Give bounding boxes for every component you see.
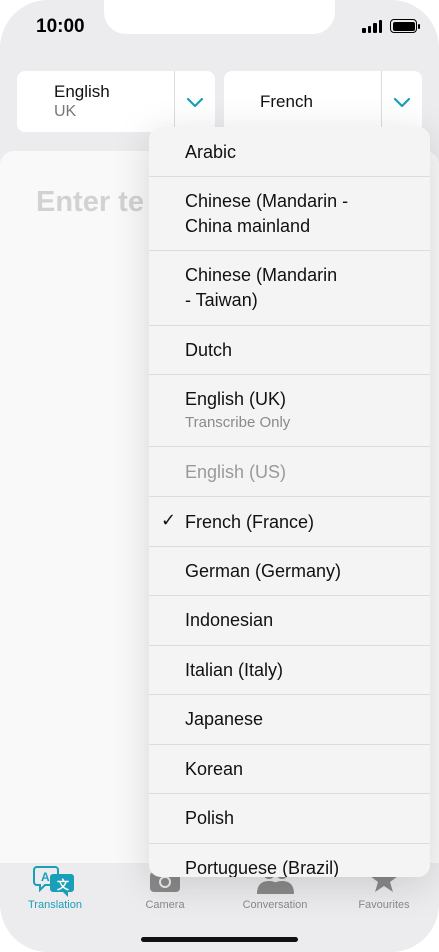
menu-item-label: Polish	[185, 808, 235, 828]
source-language-selector[interactable]: English UK	[17, 71, 215, 132]
menu-item-label-line1: Chinese (Mandarin	[185, 265, 338, 285]
notch	[104, 0, 335, 34]
divider	[381, 71, 382, 132]
menu-item-dutch[interactable]: Dutch	[149, 326, 430, 375]
text-input-placeholder: Enter te	[36, 186, 144, 218]
language-selector-bar: English UK French	[17, 71, 422, 132]
menu-item-english-uk[interactable]: English (UK) Transcribe Only	[149, 375, 430, 447]
menu-item-label: Korean	[185, 759, 244, 779]
tab-label: Conversation	[242, 899, 308, 911]
checkmark-icon: ✓	[161, 510, 177, 530]
menu-item-label: Japanese	[185, 709, 264, 729]
status-icons	[362, 19, 420, 33]
menu-item-label: Dutch	[185, 340, 233, 360]
menu-item-german-germany[interactable]: German (Germany)	[149, 547, 430, 596]
svg-text:A: A	[41, 870, 50, 884]
menu-item-chinese-mandarin-taiwan[interactable]: Chinese (Mandarin - Taiwan)	[149, 251, 430, 326]
menu-item-arabic[interactable]: Arabic	[149, 127, 430, 177]
menu-item-label: Arabic	[185, 142, 237, 162]
divider	[174, 71, 175, 132]
menu-item-label: French (France)	[185, 512, 315, 532]
status-time: 10:00	[36, 16, 85, 37]
tab-label: Camera	[145, 899, 185, 911]
menu-item-korean[interactable]: Korean	[149, 745, 430, 794]
source-language-name: English	[54, 82, 110, 101]
menu-item-label: German (Germany)	[185, 561, 342, 581]
menu-item-label-line2: China mainland	[185, 216, 311, 236]
chevron-down-icon[interactable]	[392, 92, 412, 112]
tab-translation[interactable]: A 文 Translation	[0, 862, 110, 922]
battery-icon	[390, 19, 420, 33]
menu-item-italian-italy[interactable]: Italian (Italy)	[149, 646, 430, 695]
menu-item-polish[interactable]: Polish	[149, 794, 430, 844]
source-language-variant: UK	[54, 103, 77, 120]
menu-item-indonesian[interactable]: Indonesian	[149, 596, 430, 646]
tab-label: Favourites	[358, 899, 410, 911]
menu-item-portuguese-brazil[interactable]: Portuguese (Brazil)	[149, 844, 430, 877]
menu-item-label: Portuguese (Brazil)	[185, 858, 340, 877]
menu-item-label-line1: Chinese (Mandarin -	[185, 191, 349, 211]
menu-item-label: English (UK)	[185, 389, 287, 409]
menu-item-label: Indonesian	[185, 610, 274, 630]
chevron-down-icon[interactable]	[185, 92, 205, 112]
language-dropdown-menu: Arabic Chinese (Mandarin - China mainlan…	[149, 127, 430, 877]
menu-item-label: English (US)	[185, 462, 287, 482]
tab-label: Translation	[27, 899, 82, 911]
menu-item-french-france[interactable]: ✓ French (France)	[149, 497, 430, 547]
menu-item-chinese-mandarin-china-mainland[interactable]: Chinese (Mandarin - China mainland	[149, 177, 430, 251]
menu-item-label: Italian (Italy)	[185, 660, 284, 680]
signal-icon	[362, 19, 382, 33]
menu-item-english-us: English (US)	[149, 447, 430, 497]
menu-item-sublabel: Transcribe Only	[185, 414, 291, 431]
target-language-name: French	[260, 92, 313, 111]
menu-item-label-line2: - Taiwan)	[185, 290, 258, 310]
svg-text:文: 文	[57, 877, 70, 892]
target-language-selector[interactable]: French	[224, 71, 422, 132]
phone-screen: 10:00 English UK French Enter te A 文 Tra…	[0, 0, 439, 952]
home-indicator[interactable]	[141, 937, 298, 942]
translate-icon: A 文	[33, 866, 74, 897]
menu-item-japanese[interactable]: Japanese	[149, 695, 430, 745]
